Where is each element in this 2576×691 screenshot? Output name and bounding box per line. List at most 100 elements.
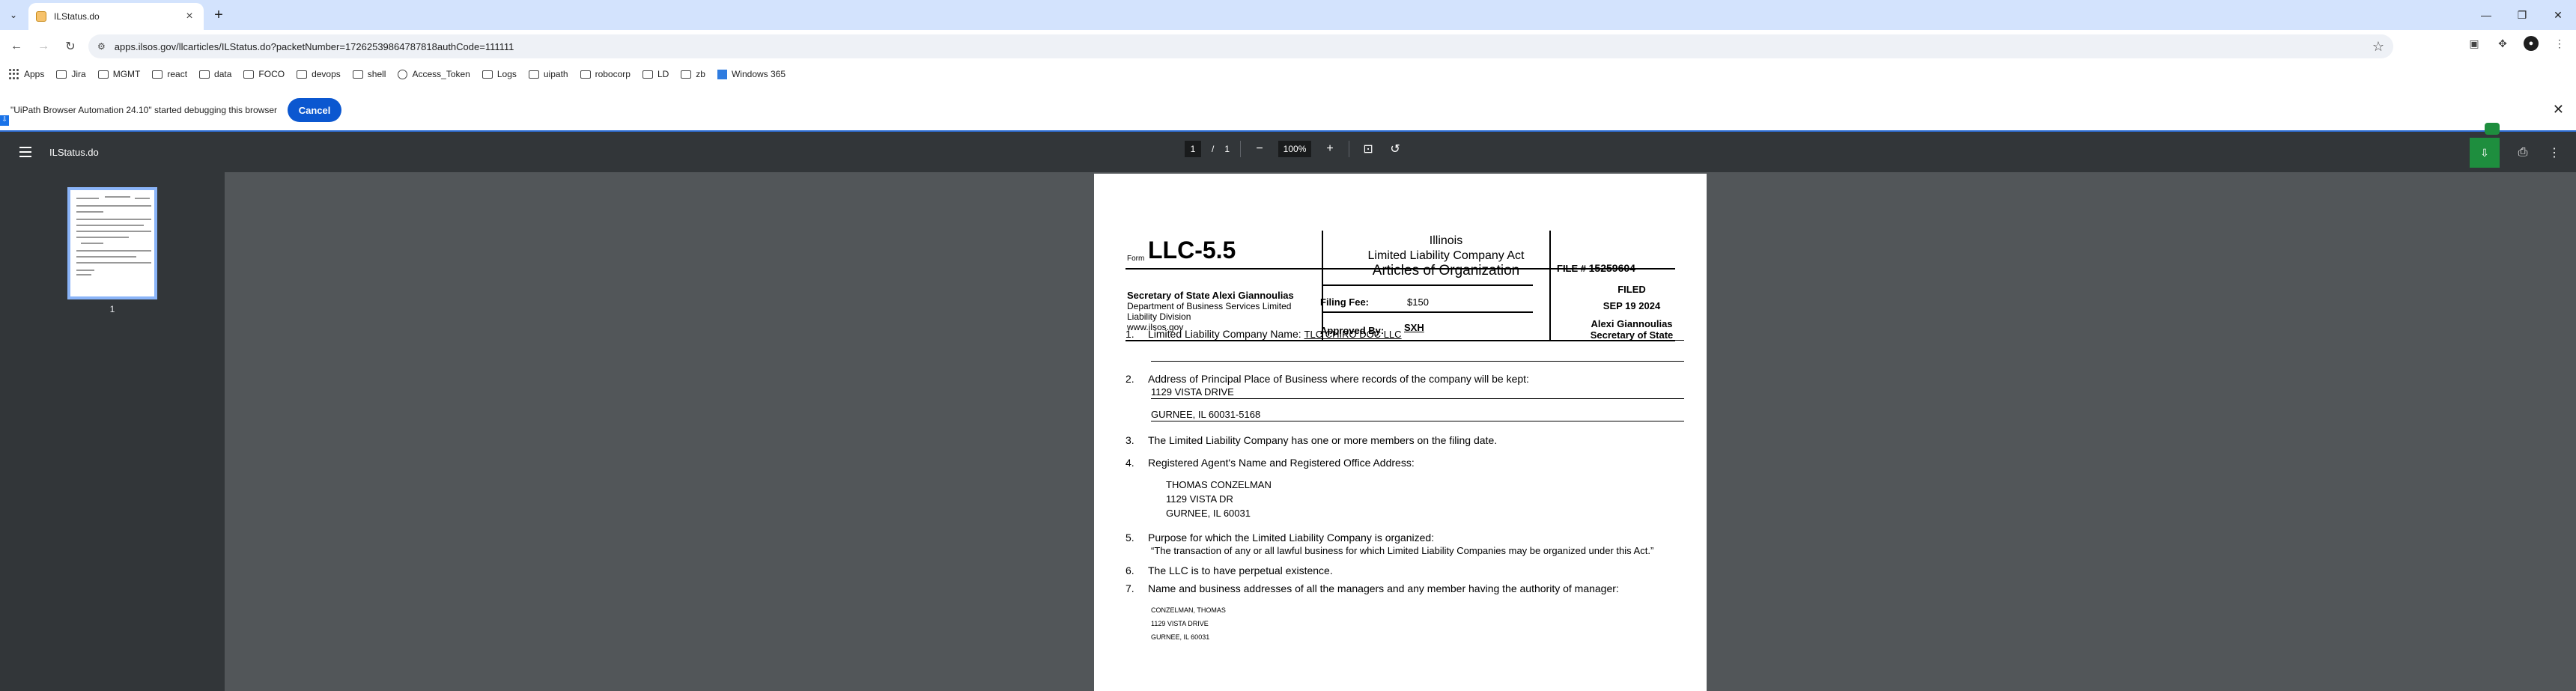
window-controls: — ❐ ✕ — [2468, 0, 2576, 30]
tab-close-icon[interactable]: × — [183, 10, 196, 23]
thumbnail-page-number: 1 — [109, 304, 115, 314]
form-label: Form — [1127, 255, 1145, 263]
zoom-out-icon[interactable]: − — [1251, 141, 1268, 157]
apps-grid-icon — [9, 69, 19, 79]
browser-tab[interactable]: ILStatus.do × — [28, 3, 204, 30]
bookmark-folder[interactable]: data — [199, 69, 231, 79]
bookmark-apps[interactable]: Apps — [9, 69, 44, 79]
folder-icon — [482, 70, 493, 79]
extension-icons: ▣ ✥ ● ⋮ — [2467, 36, 2567, 51]
bookmark-link[interactable]: Access_Token — [398, 69, 470, 79]
tab-search-chevron-icon[interactable]: ⌄ — [4, 6, 22, 24]
underline — [1316, 340, 1684, 341]
item-4: 4. Registered Agent's Name and Registered… — [1126, 457, 1415, 469]
reload-icon[interactable]: ↻ — [60, 36, 81, 57]
pdf-toolbar: ILStatus.do 1 / 1 − 100% + ⊡ ↺ ⇩ ⎙ ⋮ — [0, 130, 2576, 172]
bookmark-folder[interactable]: LD — [642, 69, 669, 79]
folder-icon — [580, 70, 591, 79]
bookmark-folder[interactable]: shell — [352, 69, 386, 79]
bookmark-folder[interactable]: robocorp — [580, 69, 631, 79]
filed-stamp: FILED SEP 19 2024 Alexi Giannoulias Secr… — [1590, 284, 1674, 341]
puzzle-icon[interactable]: ✥ — [2495, 36, 2510, 51]
thumbnail-sidebar: 1 — [0, 172, 225, 691]
folder-icon — [56, 70, 67, 79]
bookmark-star-icon[interactable]: ☆ — [2372, 39, 2384, 55]
bookmark-folder[interactable]: uipath — [528, 69, 568, 79]
url-text[interactable]: apps.ilsos.gov/llcarticles/ILStatus.do?p… — [115, 41, 514, 52]
page-number-input[interactable]: 1 — [1185, 141, 1201, 157]
zoom-input[interactable]: 100% — [1278, 141, 1312, 157]
principal-address-line2: GURNEE, IL 60031-5168 — [1151, 409, 1261, 420]
folder-icon — [199, 70, 210, 79]
tab-title: ILStatus.do — [54, 11, 100, 22]
approved-by-value: SXH — [1404, 322, 1424, 333]
debugging-message: "UiPath Browser Automation 24.10" starte… — [10, 105, 278, 115]
tab-strip: ⌄ ILStatus.do × + — ❐ ✕ — [0, 0, 2576, 30]
automation-highlight-tag — [2485, 123, 2500, 135]
item-2: 2. Address of Principal Place of Business… — [1126, 373, 1529, 385]
more-options-icon[interactable]: ⋮ — [2546, 144, 2563, 161]
bookmark-folder[interactable]: Jira — [56, 69, 86, 79]
fit-page-icon[interactable]: ⊡ — [1360, 141, 1376, 157]
favicon-icon — [36, 11, 46, 22]
infobar-close-icon[interactable]: ✕ — [2553, 102, 2564, 118]
principal-address-line1: 1129 VISTA DRIVE — [1151, 386, 1234, 398]
browser-toolbar: ← → ↻ ⚙ apps.ilsos.gov/llcarticles/ILSta… — [0, 30, 2576, 63]
item-1: 1. Limited Liability Company Name: TLC CH… — [1126, 328, 1402, 340]
download-icon[interactable]: ⇩ — [2470, 138, 2500, 168]
extension-icon[interactable]: ▣ — [2467, 36, 2482, 51]
minimize-icon[interactable]: — — [2468, 0, 2504, 30]
back-arrow-icon[interactable]: ← — [6, 36, 27, 57]
folder-icon — [97, 70, 109, 79]
site-info-icon[interactable]: ⚙ — [97, 41, 106, 52]
filing-fee-label: Filing Fee: — [1320, 296, 1369, 308]
bookmark-folder[interactable]: zb — [681, 69, 705, 79]
globe-icon — [398, 69, 408, 79]
folder-icon — [152, 70, 163, 79]
sidebar-menu-icon[interactable] — [10, 137, 40, 167]
rotate-icon[interactable]: ↺ — [1387, 141, 1403, 157]
windows-365-icon — [717, 69, 727, 79]
bookmark-folder[interactable]: devops — [297, 69, 341, 79]
managers-list: CONZELMAN, THOMAS 1129 VISTA DRIVE GURNE… — [1151, 606, 1226, 641]
bookmark-folder[interactable]: Logs — [482, 69, 517, 79]
filing-fee-value: $150 — [1407, 296, 1429, 308]
cancel-debugging-button[interactable]: Cancel — [288, 98, 342, 122]
debugging-infobar: "UiPath Browser Automation 24.10" starte… — [0, 94, 2576, 126]
folder-icon — [243, 70, 255, 79]
bookmark-link[interactable]: Windows 365 — [717, 69, 786, 79]
registered-agent: THOMAS CONZELMAN 1129 VISTA DR GURNEE, I… — [1166, 479, 1272, 519]
zoom-in-icon[interactable]: + — [1322, 141, 1338, 157]
company-name: TLC CHIRO DOC LLC — [1304, 329, 1402, 340]
forward-arrow-icon[interactable]: → — [33, 36, 54, 57]
page-total: 1 — [1224, 144, 1230, 154]
pdf-actions: ⇩ ⎙ ⋮ — [2470, 138, 2563, 168]
secretary-of-state-block: Secretary of State Alexi Giannoulias Dep… — [1127, 290, 1294, 333]
underline — [1151, 398, 1684, 399]
bookmarks-bar: Apps Jira MGMT react data FOCO devops sh… — [0, 63, 2576, 85]
pdf-page: Form LLC-5.5 Illinois Limited Liability … — [1094, 174, 1707, 691]
item-6: 6. The LLC is to have perpetual existence… — [1126, 564, 1333, 576]
purpose-text: “The transaction of any or all lawful bu… — [1151, 545, 1654, 556]
page-thumbnail[interactable] — [67, 187, 157, 299]
folder-icon — [681, 70, 692, 79]
automation-indicator-icon: ⇩ — [0, 115, 9, 126]
restore-icon[interactable]: ❐ — [2504, 0, 2540, 30]
bookmark-folder[interactable]: react — [152, 69, 187, 79]
item-5: 5. Purpose for which the Limited Liabilit… — [1126, 532, 1435, 544]
more-menu-icon[interactable]: ⋮ — [2552, 36, 2567, 51]
profile-avatar-icon[interactable]: ● — [2524, 36, 2539, 51]
pdf-title: ILStatus.do — [49, 146, 99, 158]
bookmark-folder[interactable]: FOCO — [243, 69, 285, 79]
new-tab-icon[interactable]: + — [210, 7, 228, 23]
folder-icon — [642, 70, 653, 79]
folder-icon — [528, 70, 539, 79]
print-icon[interactable]: ⎙ — [2515, 144, 2531, 161]
folder-icon — [297, 70, 308, 79]
bookmark-folder[interactable]: MGMT — [97, 69, 140, 79]
folder-icon — [352, 70, 363, 79]
close-window-icon[interactable]: ✕ — [2540, 0, 2576, 30]
document-title: Illinois Limited Liability Company Act A… — [1367, 234, 1525, 278]
item-7: 7. Name and business addresses of all the… — [1126, 582, 1619, 594]
address-bar[interactable]: ⚙ apps.ilsos.gov/llcarticles/ILStatus.do… — [88, 34, 2393, 58]
